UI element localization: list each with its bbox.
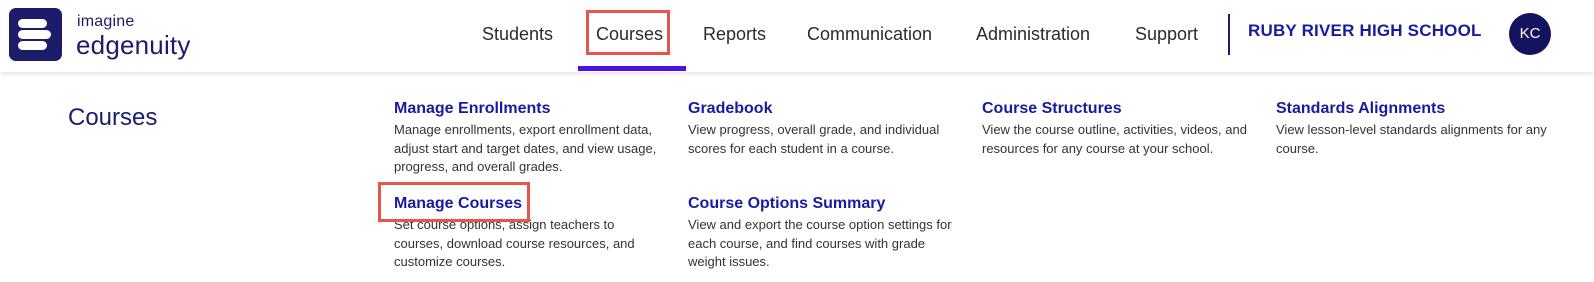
menu-item-standards-alignments[interactable]: Standards Alignments View lesson-level s… xyxy=(1276,99,1548,158)
active-tab-indicator xyxy=(578,66,686,71)
nav-reports[interactable]: Reports xyxy=(703,22,766,46)
course-structures-desc: View the course outline, activities, vid… xyxy=(982,122,1247,156)
menu-section-title: Courses xyxy=(68,104,158,131)
menu-item-course-options-summary[interactable]: Course Options Summary View and export t… xyxy=(688,194,960,272)
manage-enrollments-link[interactable]: Manage Enrollments xyxy=(394,99,666,119)
user-avatar[interactable]: KC xyxy=(1509,13,1551,55)
nav-students[interactable]: Students xyxy=(482,22,553,46)
nav-administration[interactable]: Administration xyxy=(976,22,1090,46)
school-name[interactable]: RUBY RIVER HIGH SCHOOL xyxy=(1248,21,1482,41)
courses-highlight-box xyxy=(586,10,670,55)
manage-courses-highlight-box xyxy=(378,182,530,222)
menu-item-gradebook[interactable]: Gradebook View progress, overall grade, … xyxy=(688,99,960,158)
menu-item-manage-enrollments[interactable]: Manage Enrollments Manage enrollments, e… xyxy=(394,99,666,177)
manage-courses-desc: Set course options, assign teachers to c… xyxy=(394,217,635,269)
course-options-summary-desc: View and export the course option settin… xyxy=(688,217,952,269)
standards-alignments-desc: View lesson-level standards alignments f… xyxy=(1276,122,1547,156)
nav-communication[interactable]: Communication xyxy=(807,22,932,46)
brand-name-line1: imagine xyxy=(77,13,135,30)
top-navigation-bar: imagine edgenuity Students Courses Repor… xyxy=(0,0,1594,72)
standards-alignments-link[interactable]: Standards Alignments xyxy=(1276,99,1548,119)
course-structures-link[interactable]: Course Structures xyxy=(982,99,1254,119)
edgenuity-logo-icon[interactable] xyxy=(9,8,62,61)
gradebook-desc: View progress, overall grade, and indivi… xyxy=(688,122,940,156)
gradebook-link[interactable]: Gradebook xyxy=(688,99,960,119)
brand-name-line2: edgenuity xyxy=(76,30,191,60)
course-options-summary-link[interactable]: Course Options Summary xyxy=(688,194,960,214)
nav-divider xyxy=(1228,14,1230,55)
menu-item-course-structures[interactable]: Course Structures View the course outlin… xyxy=(982,99,1254,158)
nav-support[interactable]: Support xyxy=(1135,22,1198,46)
manage-enrollments-desc: Manage enrollments, export enrollment da… xyxy=(394,122,657,174)
